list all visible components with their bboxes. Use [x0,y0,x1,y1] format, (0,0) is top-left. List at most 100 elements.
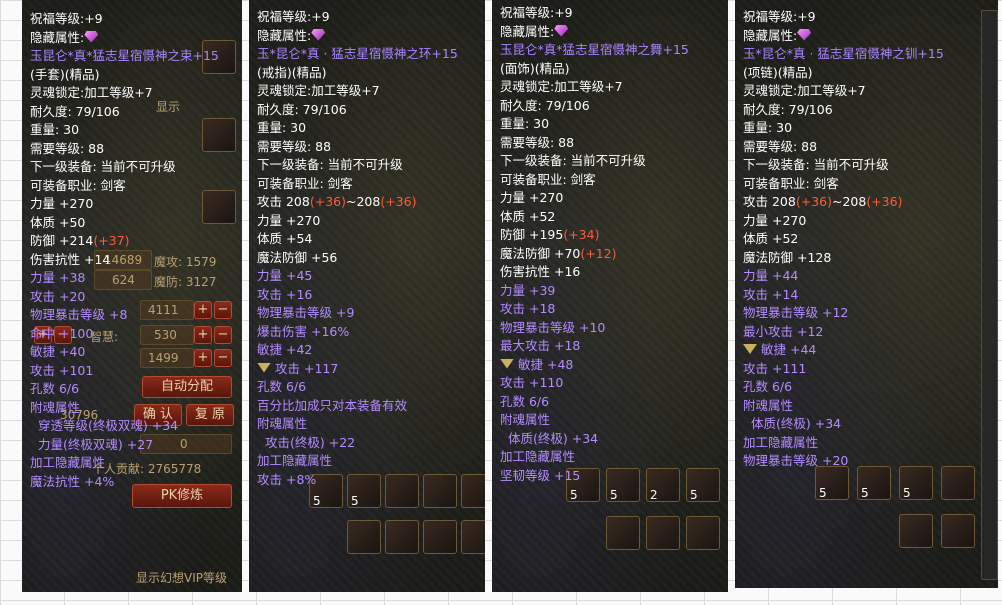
heart-icon [743,344,757,354]
base-stat: 防御 +214(+37) [30,233,130,248]
bonus-stat: 力量 +38 [30,270,86,285]
slot-count: 5 [819,486,827,500]
bonus-stat: 爆击伤害 +16% [257,323,350,339]
slot-count: 5 [903,486,911,500]
required-level: 需要等级: 88 [500,134,575,150]
percent-note: 百分比加成只对本装备有效 [257,397,408,413]
slot-count: 5 [351,494,359,508]
hidden-attribute: 隐藏属性: [257,27,477,46]
inventory-slot[interactable] [385,520,419,554]
base-stat: 体质 +52 [500,208,556,224]
base-stat: 力量 +270 [30,196,94,211]
base-stat: 魔法防御 +128 [743,249,832,265]
bonus-stat: 力量 +39 [500,282,556,298]
item-type: (项链)(精品) [743,64,813,80]
soul-attribute-title: 附魂属性 [257,416,308,431]
gem-icon [554,24,569,37]
required-level: 需要等级: 88 [30,140,105,156]
gem-icon [311,28,326,41]
next-equipment: 下一级装备: 当前不可升级 [30,159,176,174]
inventory-slot[interactable] [686,516,720,550]
blessing-level: 祝福等级:+9 [257,9,330,24]
bonus-stat: 力量 +44 [743,268,799,283]
attack-range: 攻击 208(+36)~208(+36) [743,194,903,209]
soul-attribute-title: 附魂属性 [743,397,794,413]
gem-icon [84,30,99,43]
item-tooltip-necklace: 祝福等级:+9 隐藏属性: 玉*昆仑*真 · 猛志星宿慑神之钏+15 (项链)(… [735,0,985,477]
hidden-attribute: 隐藏属性: [743,27,977,46]
socket-count: 孔数 6/6 [500,393,550,409]
bonus-stat: 攻击 +117 [257,360,477,379]
screenshot-necklace: 5 5 5 祝福等级:+9 隐藏属性: 玉*昆仑*真 · 猛志星宿慑神之钏+15… [735,0,998,588]
socket-count: 孔数 6/6 [30,381,80,396]
weight: 重量: 30 [500,116,550,131]
bonus-stat: 攻击 +14 [743,286,799,302]
inventory-slot[interactable] [461,520,485,554]
bonus-stat: 敏捷 +44 [743,341,977,360]
hidden-attribute: 隐藏属性: [30,29,234,48]
equippable-job: 可装备职业: 剑客 [257,175,353,191]
bonus-stat: 物理暴击等级 +12 [743,305,849,320]
inventory-slot[interactable] [941,514,975,548]
craft-attribute-title: 加工隐藏属性 [257,453,333,468]
hidden-attribute: 隐藏属性: [500,23,720,42]
item-tooltip-face: 祝福等级:+9 隐藏属性: 玉昆仑*真*猛志星宿慑神之舞+15 (面饰)(精品)… [492,0,728,491]
inventory-slot[interactable] [347,520,381,554]
item-name: 玉昆仑*真*猛志星宿慑神之束+15 [30,48,219,63]
slot-count: 5 [313,494,321,508]
equippable-job: 可装备职业: 剑客 [30,177,126,193]
durability: 耐久度: 79/106 [30,103,120,119]
vip-level-label: 显示幻想VIP等级 [136,571,227,585]
item-tooltip-ring: 祝福等级:+9 隐藏属性: 玉*昆仑*真 · 猛志星宿慑神之环+15 (戒指)(… [249,0,485,495]
durability: 耐久度: 79/106 [743,101,833,117]
weight: 重量: 30 [257,120,307,135]
gem-icon [797,28,812,41]
soul-lock: 灵魂锁定:加工等级+7 [500,79,623,94]
base-stat: 体质 +52 [743,231,799,246]
soul-lock: 灵魂锁定:加工等级+7 [30,85,153,100]
bonus-stat: 攻击 +20 [30,288,86,304]
inventory-slot[interactable] [646,516,680,550]
blessing-level: 祝福等级:+9 [500,5,573,20]
blessing-level: 祝福等级:+9 [30,11,103,26]
soul-attribute: 体质(终极) +34 [508,430,599,446]
base-stat: 伤害抗性 +14 [30,251,111,267]
base-stat: 魔法防御 +56 [257,249,338,265]
bonus-stat: 最大攻击 +18 [500,338,581,353]
equippable-job: 可装备职业: 剑客 [743,175,839,191]
bonus-stat: 攻击 +111 [743,360,807,376]
durability: 耐久度: 79/106 [257,101,347,117]
durability: 耐久度: 79/106 [500,97,590,113]
bonus-stat: 敏捷 +40 [30,344,86,359]
bonus-stat: 物理暴击等级 +10 [500,319,606,335]
base-stat: 魔法防御 +70(+12) [500,245,617,261]
item-name: 玉*昆仑*真 · 猛志星宿慑神之环+15 [257,46,458,61]
attack-range: 攻击 208(+36)~208(+36) [257,194,417,209]
base-stat: 伤害抗性 +16 [500,264,581,279]
screenshot-ring: 5 5 祝福等级:+9 隐藏属性: 玉*昆仑*真 · 猛志星宿慑神之环+15 (… [249,0,485,592]
next-equipment: 下一级装备: 当前不可升级 [257,157,403,172]
slot-count: 5 [861,486,869,500]
screenshot-face: 5 5 2 5 祝福等级:+9 隐藏属性: 玉昆仑*真*猛志星宿慑神之舞+15 … [492,0,728,592]
inventory-slot[interactable] [606,516,640,550]
base-stat: 力量 +270 [257,212,321,228]
craft-attribute-title: 加工隐藏属性 [30,455,106,470]
soul-attribute: 力量(终极双魂) +27 [38,436,154,452]
base-stat: 防御 +195(+34) [500,227,600,242]
base-stat: 体质 +54 [257,231,313,246]
inventory-slot[interactable] [423,520,457,554]
inventory-slot[interactable] [899,514,933,548]
item-type: (戒指)(精品) [257,64,327,80]
item-name: 玉昆仑*真*猛志星宿慑神之舞+15 [500,42,689,57]
next-equipment: 下一级装备: 当前不可升级 [743,157,889,172]
bonus-stat: 最小攻击 +12 [743,323,824,339]
bonus-stat: 攻击 +110 [500,375,564,390]
bonus-stat: 攻击 +18 [500,301,556,316]
next-equipment: 下一级装备: 当前不可升级 [500,153,646,168]
bonus-stat: 力量 +45 [257,268,313,283]
heart-icon [500,358,514,369]
soul-attribute: 体质(终极) +34 [751,416,842,431]
bonus-stat: 命中 +100 [30,325,94,341]
bonus-stat: 攻击 +16 [257,286,313,302]
base-stat: 力量 +270 [743,212,807,228]
